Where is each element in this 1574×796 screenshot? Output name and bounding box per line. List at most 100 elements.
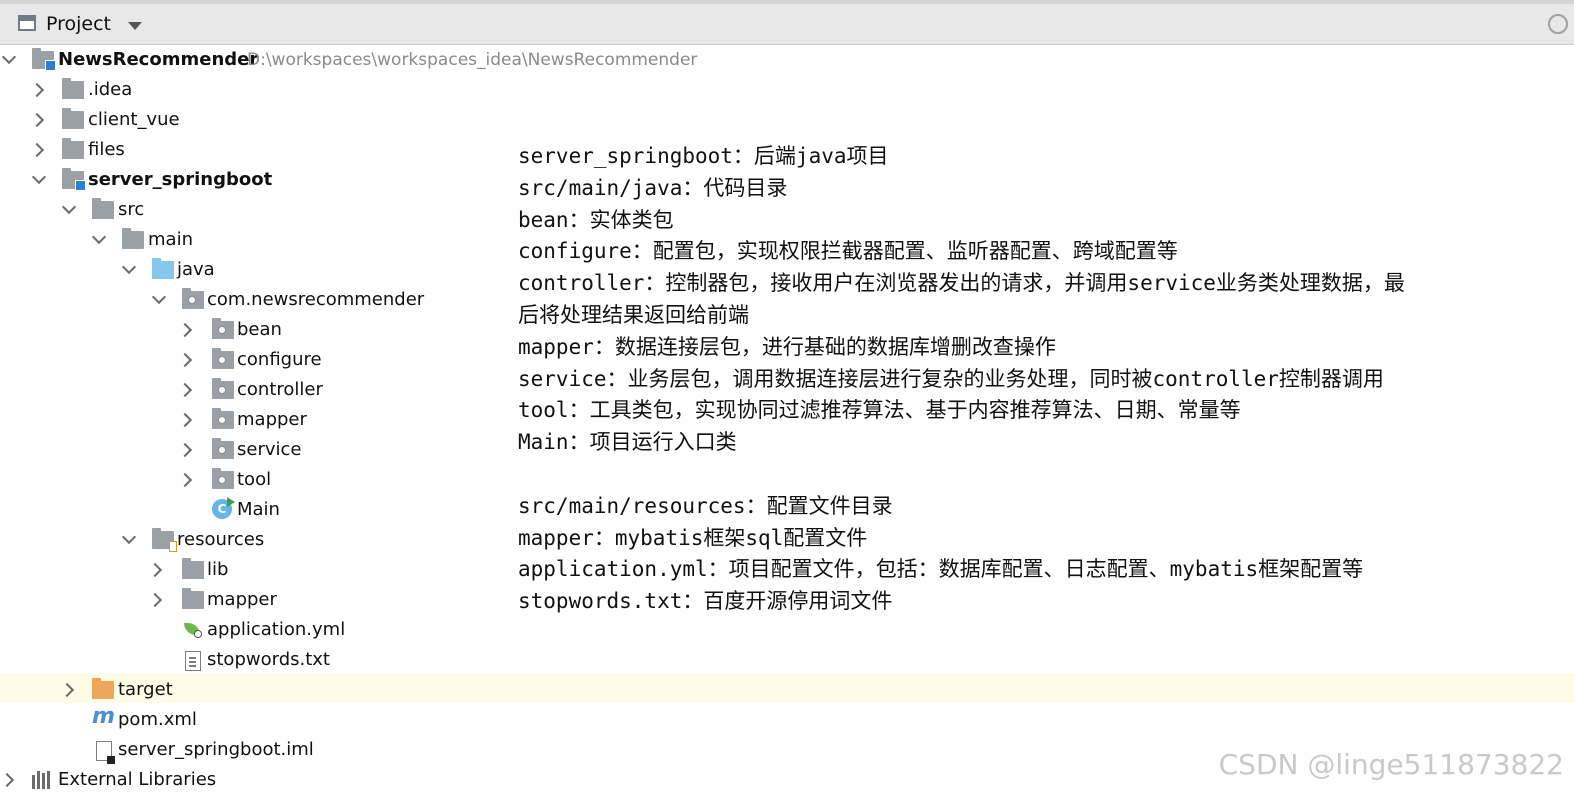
tree-item-label: Main bbox=[237, 499, 280, 520]
maven-icon: m bbox=[92, 704, 115, 729]
note-line: mapper：数据连接层包，进行基础的数据库增删改查操作 bbox=[518, 334, 1056, 359]
tree-item-label: com.newsrecommender bbox=[207, 289, 425, 310]
tree-row-target[interactable]: target bbox=[0, 673, 1574, 703]
note-line: controller：控制器包，接收用户在浏览器发出的请求，并调用service… bbox=[518, 271, 1405, 296]
spring-config-icon bbox=[182, 621, 204, 639]
tree-item-label: tool bbox=[237, 469, 272, 490]
chevron-right-icon[interactable] bbox=[177, 442, 193, 458]
text-file-icon bbox=[185, 651, 201, 671]
tree-item-label: bean bbox=[237, 319, 282, 340]
chevron-down-icon[interactable] bbox=[151, 289, 167, 305]
chevron-right-icon[interactable] bbox=[177, 382, 193, 398]
package-icon bbox=[212, 348, 234, 369]
module-file-icon bbox=[96, 741, 115, 764]
package-icon bbox=[212, 378, 234, 399]
package-icon bbox=[212, 408, 234, 429]
note-line: bean：实体类包 bbox=[518, 207, 674, 232]
chevron-right-icon[interactable] bbox=[147, 592, 163, 608]
caret-down-icon[interactable] bbox=[128, 22, 142, 30]
package-icon bbox=[212, 438, 234, 459]
tree-item-label: server_springboot.iml bbox=[118, 739, 314, 760]
folder-icon bbox=[92, 198, 114, 219]
project-panel-header: Project bbox=[0, 4, 1574, 45]
tree-item-label: src bbox=[118, 199, 145, 220]
tree-row-pom[interactable]: m pom.xml bbox=[0, 704, 1574, 736]
tree-row-idea[interactable]: .idea bbox=[0, 76, 1574, 106]
chevron-down-icon[interactable] bbox=[121, 529, 137, 545]
chevron-down-icon[interactable] bbox=[91, 229, 107, 245]
root-project-path: D:\workspaces\workspaces_idea\NewsRecomm… bbox=[247, 50, 698, 70]
tree-item-label: client_vue bbox=[88, 109, 180, 130]
tree-item-label: java bbox=[177, 259, 215, 280]
root-project-name: NewsRecommender bbox=[58, 49, 259, 70]
tree-item-label: External Libraries bbox=[58, 769, 217, 790]
annotation-notes: server_springboot：后端java项目 src/main/java… bbox=[518, 141, 1518, 618]
folder-icon bbox=[62, 138, 84, 159]
tree-item-label: pom.xml bbox=[118, 709, 197, 730]
tree-item-label: resources bbox=[177, 529, 265, 550]
tree-item-label: configure bbox=[237, 349, 322, 370]
folder-icon bbox=[62, 108, 84, 129]
tree-item-label: server_springboot bbox=[88, 169, 273, 190]
chevron-right-icon[interactable] bbox=[29, 112, 45, 128]
note-line: 后将处理结果返回给前端 bbox=[518, 302, 749, 327]
chevron-right-icon[interactable] bbox=[29, 82, 45, 98]
library-icon bbox=[32, 771, 54, 789]
note-line: configure：配置包，实现权限拦截器配置、监听器配置、跨域配置等 bbox=[518, 239, 1178, 264]
note-line: mapper：mybatis框架sql配置文件 bbox=[518, 525, 868, 550]
chevron-right-icon[interactable] bbox=[177, 322, 193, 338]
note-line: application.yml：项目配置文件，包括：数据库配置、日志配置、myb… bbox=[518, 557, 1364, 582]
panel-title[interactable]: Project bbox=[46, 13, 111, 35]
chevron-right-icon[interactable] bbox=[177, 412, 193, 428]
chevron-down-icon[interactable] bbox=[31, 169, 47, 185]
package-icon bbox=[212, 318, 234, 339]
note-line: src/main/resources：配置文件目录 bbox=[518, 493, 893, 518]
folder-icon bbox=[182, 588, 204, 609]
excluded-folder-icon bbox=[92, 678, 114, 699]
tree-row-application-yml[interactable]: application.yml bbox=[0, 616, 1574, 646]
project-view-icon bbox=[18, 15, 36, 31]
package-icon bbox=[182, 288, 204, 309]
folder-icon bbox=[122, 228, 144, 249]
chevron-down-icon[interactable] bbox=[61, 199, 77, 215]
tree-item-label: main bbox=[148, 229, 193, 250]
chevron-right-icon[interactable] bbox=[177, 352, 193, 368]
note-line: service：业务层包，调用数据连接层进行复杂的业务处理，同时被control… bbox=[518, 366, 1384, 391]
tree-item-label: mapper bbox=[237, 409, 307, 430]
tree-item-label: service bbox=[237, 439, 302, 460]
module-folder-icon bbox=[62, 168, 86, 191]
note-line: tool：工具类包，实现协同过滤推荐算法、基于内容推荐算法、日期、常量等 bbox=[518, 398, 1241, 423]
tree-item-label: stopwords.txt bbox=[207, 649, 330, 670]
tree-item-label: lib bbox=[207, 559, 229, 580]
tree-item-label: files bbox=[88, 139, 125, 160]
chevron-down-icon[interactable] bbox=[121, 259, 137, 275]
folder-icon bbox=[182, 558, 204, 579]
package-icon bbox=[212, 468, 234, 489]
note-line bbox=[518, 459, 1518, 491]
source-folder-icon bbox=[152, 258, 174, 279]
chevron-down-icon[interactable] bbox=[1, 49, 17, 65]
tree-row-stopwords[interactable]: stopwords.txt bbox=[0, 646, 1574, 676]
note-line: server_springboot：后端java项目 bbox=[518, 144, 889, 168]
tree-item-label: target bbox=[118, 679, 173, 700]
chevron-right-icon[interactable] bbox=[177, 472, 193, 488]
chevron-right-icon[interactable] bbox=[29, 142, 45, 158]
note-line: stopwords.txt：百度开源停用词文件 bbox=[518, 589, 893, 614]
note-line: Main：项目运行入口类 bbox=[518, 430, 737, 455]
note-line: src/main/java：代码目录 bbox=[518, 175, 788, 200]
tree-item-label: mapper bbox=[207, 589, 277, 610]
java-class-run-icon bbox=[212, 497, 235, 521]
tree-item-label: application.yml bbox=[207, 619, 346, 640]
watermark: CSDN @linge511873822 bbox=[1218, 748, 1564, 781]
tree-item-label: controller bbox=[237, 379, 323, 400]
settings-gear-icon[interactable] bbox=[1548, 14, 1568, 34]
chevron-right-icon[interactable] bbox=[0, 772, 15, 788]
resources-folder-icon bbox=[152, 528, 177, 552]
tree-item-label: .idea bbox=[88, 79, 133, 100]
tree-row-root[interactable]: NewsRecommender D:\workspaces\workspaces… bbox=[0, 46, 1574, 76]
chevron-right-icon[interactable] bbox=[59, 682, 75, 698]
chevron-right-icon[interactable] bbox=[147, 562, 163, 578]
tree-row-client-vue[interactable]: client_vue bbox=[0, 106, 1574, 136]
module-folder-icon bbox=[32, 48, 56, 71]
folder-icon bbox=[62, 78, 84, 99]
